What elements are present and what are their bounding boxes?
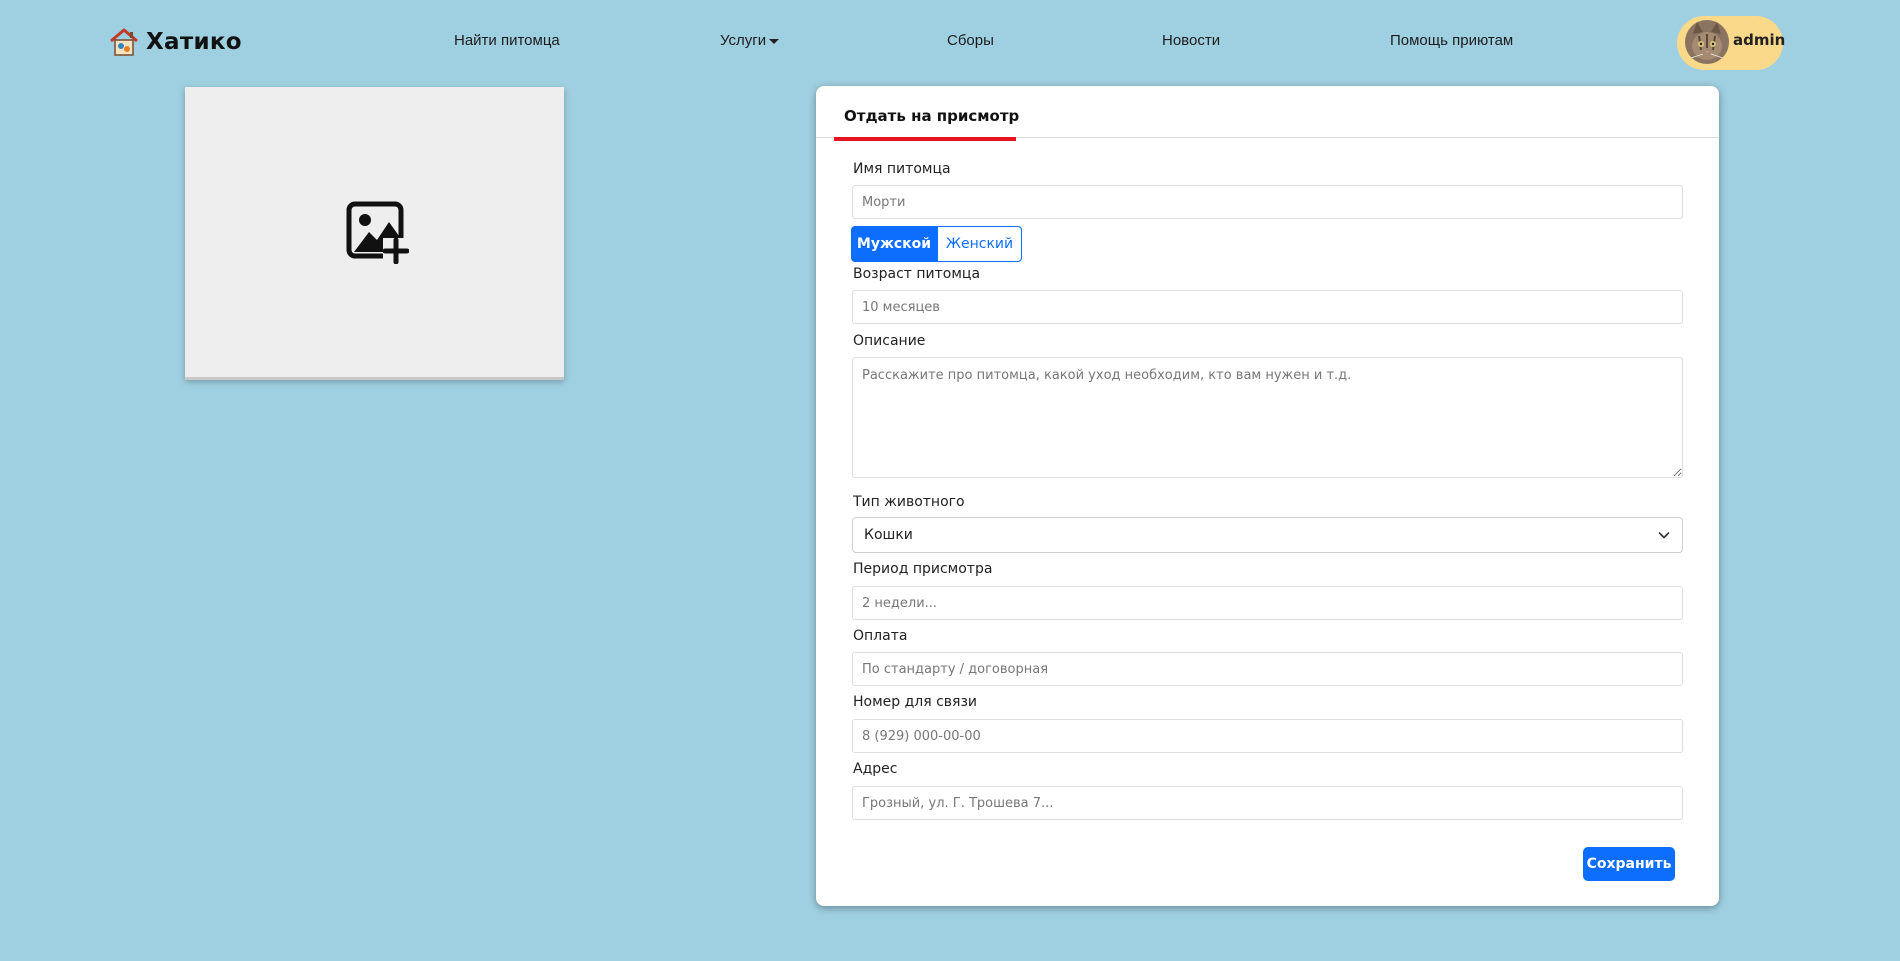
tab-pet-sitting[interactable]: Отдать на присмотр — [834, 86, 1020, 141]
pet-age-label: Возраст питомца — [853, 266, 981, 282]
nav-services-label: Услуги — [720, 32, 767, 49]
user-name: admin — [1733, 31, 1786, 49]
nav-shelter-help[interactable]: Помощь приютам — [1390, 32, 1513, 49]
caret-down-icon — [769, 38, 780, 44]
period-label: Период присмотра — [853, 561, 993, 577]
address-label: Адрес — [853, 761, 898, 777]
description-textarea[interactable] — [852, 357, 1683, 478]
nav-news[interactable]: Новости — [1162, 32, 1220, 49]
pet-name-input[interactable] — [852, 185, 1683, 219]
pet-name-label: Имя питомца — [853, 161, 951, 177]
save-button[interactable]: Сохранить — [1583, 847, 1675, 881]
chevron-down-icon — [1658, 532, 1670, 539]
gender-female-button[interactable]: Женский — [937, 226, 1022, 262]
brand-logo[interactable]: Хатико — [108, 26, 242, 58]
animal-type-select[interactable]: Кошки — [852, 517, 1683, 553]
add-image-icon — [346, 201, 409, 264]
avatar — [1685, 20, 1729, 64]
gender-toggle: Мужской Женский — [851, 226, 1022, 262]
house-logo-icon — [110, 28, 138, 56]
cat-avatar-icon — [1685, 20, 1729, 64]
nav-find-pet[interactable]: Найти питомца — [454, 32, 560, 49]
period-input[interactable] — [852, 586, 1683, 620]
phone-input[interactable] — [852, 719, 1683, 753]
tab-label: Отдать на присмотр — [844, 107, 1020, 125]
nav-fundraising[interactable]: Сборы — [947, 32, 994, 49]
photo-upload-area[interactable] — [185, 87, 564, 380]
phone-label: Номер для связи — [853, 694, 978, 710]
top-navbar: Хатико Найти питомца Услуги Сборы Новост… — [0, 0, 1900, 86]
form-tabs: Отдать на присмотр — [816, 86, 1719, 141]
animal-type-label: Тип животного — [853, 494, 965, 510]
address-input[interactable] — [852, 786, 1683, 820]
gender-male-button[interactable]: Мужской — [851, 226, 937, 262]
nav-services[interactable]: Услуги — [720, 32, 780, 49]
animal-type-value: Кошки — [864, 527, 913, 543]
brand-name: Хатико — [146, 29, 242, 55]
pet-sitting-form: Отдать на присмотр Имя питомца Мужской Ж… — [816, 86, 1719, 906]
pet-age-input[interactable] — [852, 290, 1683, 324]
user-menu[interactable]: admin — [1677, 16, 1786, 70]
payment-label: Оплата — [853, 628, 908, 644]
payment-input[interactable] — [852, 652, 1683, 686]
description-label: Описание — [853, 333, 926, 349]
